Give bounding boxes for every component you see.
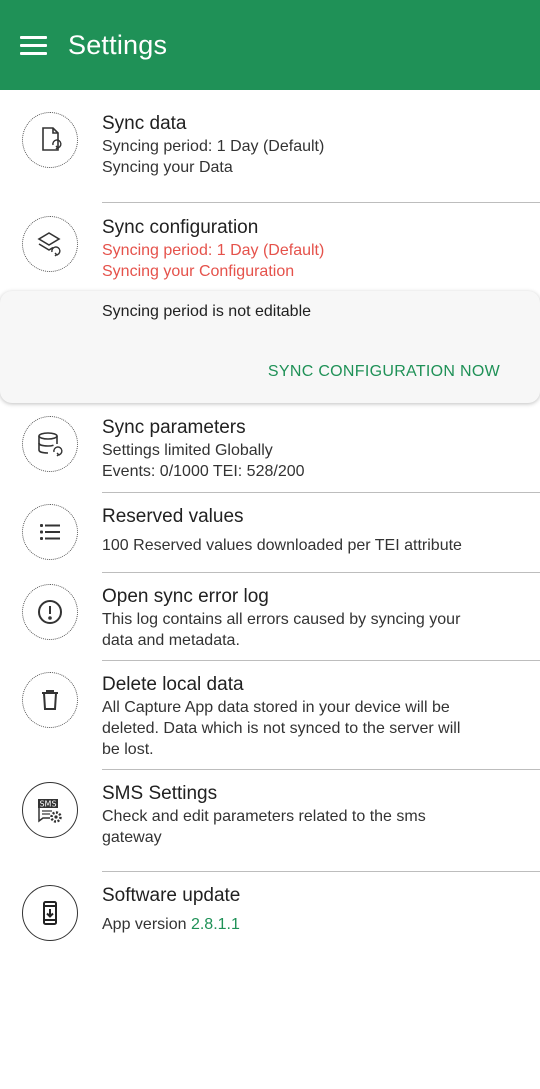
sync-configuration-icon xyxy=(22,216,78,272)
item-subtitle: 100 Reserved values downloaded per TEI a… xyxy=(102,537,462,554)
settings-item-sync-data[interactable]: Sync data Syncing period: 1 Day (Default… xyxy=(0,90,540,203)
item-title: Sync parameters xyxy=(102,417,246,438)
item-subtitle: Settings limited Globally xyxy=(102,442,273,459)
item-subtitle: Syncing period: 1 Day (Default) xyxy=(102,242,325,259)
item-subtitle: Syncing period: 1 Day (Default) xyxy=(102,138,325,155)
item-subtitle: Syncing your Configuration xyxy=(102,263,295,280)
app-version-value: 2.8.1.1 xyxy=(190,916,240,933)
trash-icon xyxy=(22,672,78,728)
item-subtitle: gateway xyxy=(102,829,162,846)
hamburger-menu-icon[interactable] xyxy=(20,34,48,56)
item-subtitle: This log contains all errors caused by s… xyxy=(102,611,461,628)
item-subtitle: data and metadata. xyxy=(102,632,240,649)
app-version-line: App version 2.8.1.1 xyxy=(102,914,510,935)
item-subtitle: deleted. Data which is not synced to the… xyxy=(102,720,461,737)
item-title: Delete local data xyxy=(102,674,244,695)
item-title: Open sync error log xyxy=(102,586,269,607)
sync-configuration-panel: Syncing period is not editable SYNC CONF… xyxy=(0,291,540,403)
sync-parameters-icon xyxy=(22,416,78,472)
sync-data-icon xyxy=(22,112,78,168)
svg-text:SMS: SMS xyxy=(39,800,56,809)
panel-note: Syncing period is not editable xyxy=(102,303,312,320)
item-title: Sync configuration xyxy=(102,217,259,238)
sync-configuration-now-button[interactable]: SYNC CONFIGURATION NOW xyxy=(268,363,500,381)
settings-item-sms-settings[interactable]: SMS SMS Settings Check and edit paramete… xyxy=(0,770,540,872)
item-subtitle: Syncing your Data xyxy=(102,159,233,176)
settings-item-reserved-values[interactable]: Reserved values 100 Reserved values down… xyxy=(0,493,540,573)
item-title: Sync data xyxy=(102,113,187,134)
item-subtitle: Events: 0/1000 TEI: 528/200 xyxy=(102,463,305,480)
item-subtitle: Check and edit parameters related to the… xyxy=(102,808,426,825)
settings-item-delete-local-data[interactable]: Delete local data All Capture App data s… xyxy=(0,661,540,770)
item-subtitle: All Capture App data stored in your devi… xyxy=(102,699,450,716)
settings-item-sync-configuration[interactable]: Sync configuration Syncing period: 1 Day… xyxy=(0,203,540,291)
page-title: Settings xyxy=(68,29,168,60)
item-title: Reserved values xyxy=(102,506,244,527)
settings-item-sync-parameters[interactable]: Sync parameters Settings limited Globall… xyxy=(0,405,540,493)
item-title: SMS Settings xyxy=(102,783,218,804)
app-bar: Settings xyxy=(0,0,540,90)
settings-item-software-update[interactable]: Software update App version 2.8.1.1 xyxy=(0,872,540,952)
download-phone-icon xyxy=(22,885,78,941)
app-version-label: App version xyxy=(102,916,187,933)
sms-settings-icon: SMS xyxy=(22,782,78,838)
item-subtitle: be lost. xyxy=(102,741,154,758)
item-title: Software update xyxy=(102,885,241,906)
error-icon xyxy=(22,584,78,640)
list-icon xyxy=(22,504,78,560)
settings-item-sync-error-log[interactable]: Open sync error log This log contains al… xyxy=(0,573,540,661)
